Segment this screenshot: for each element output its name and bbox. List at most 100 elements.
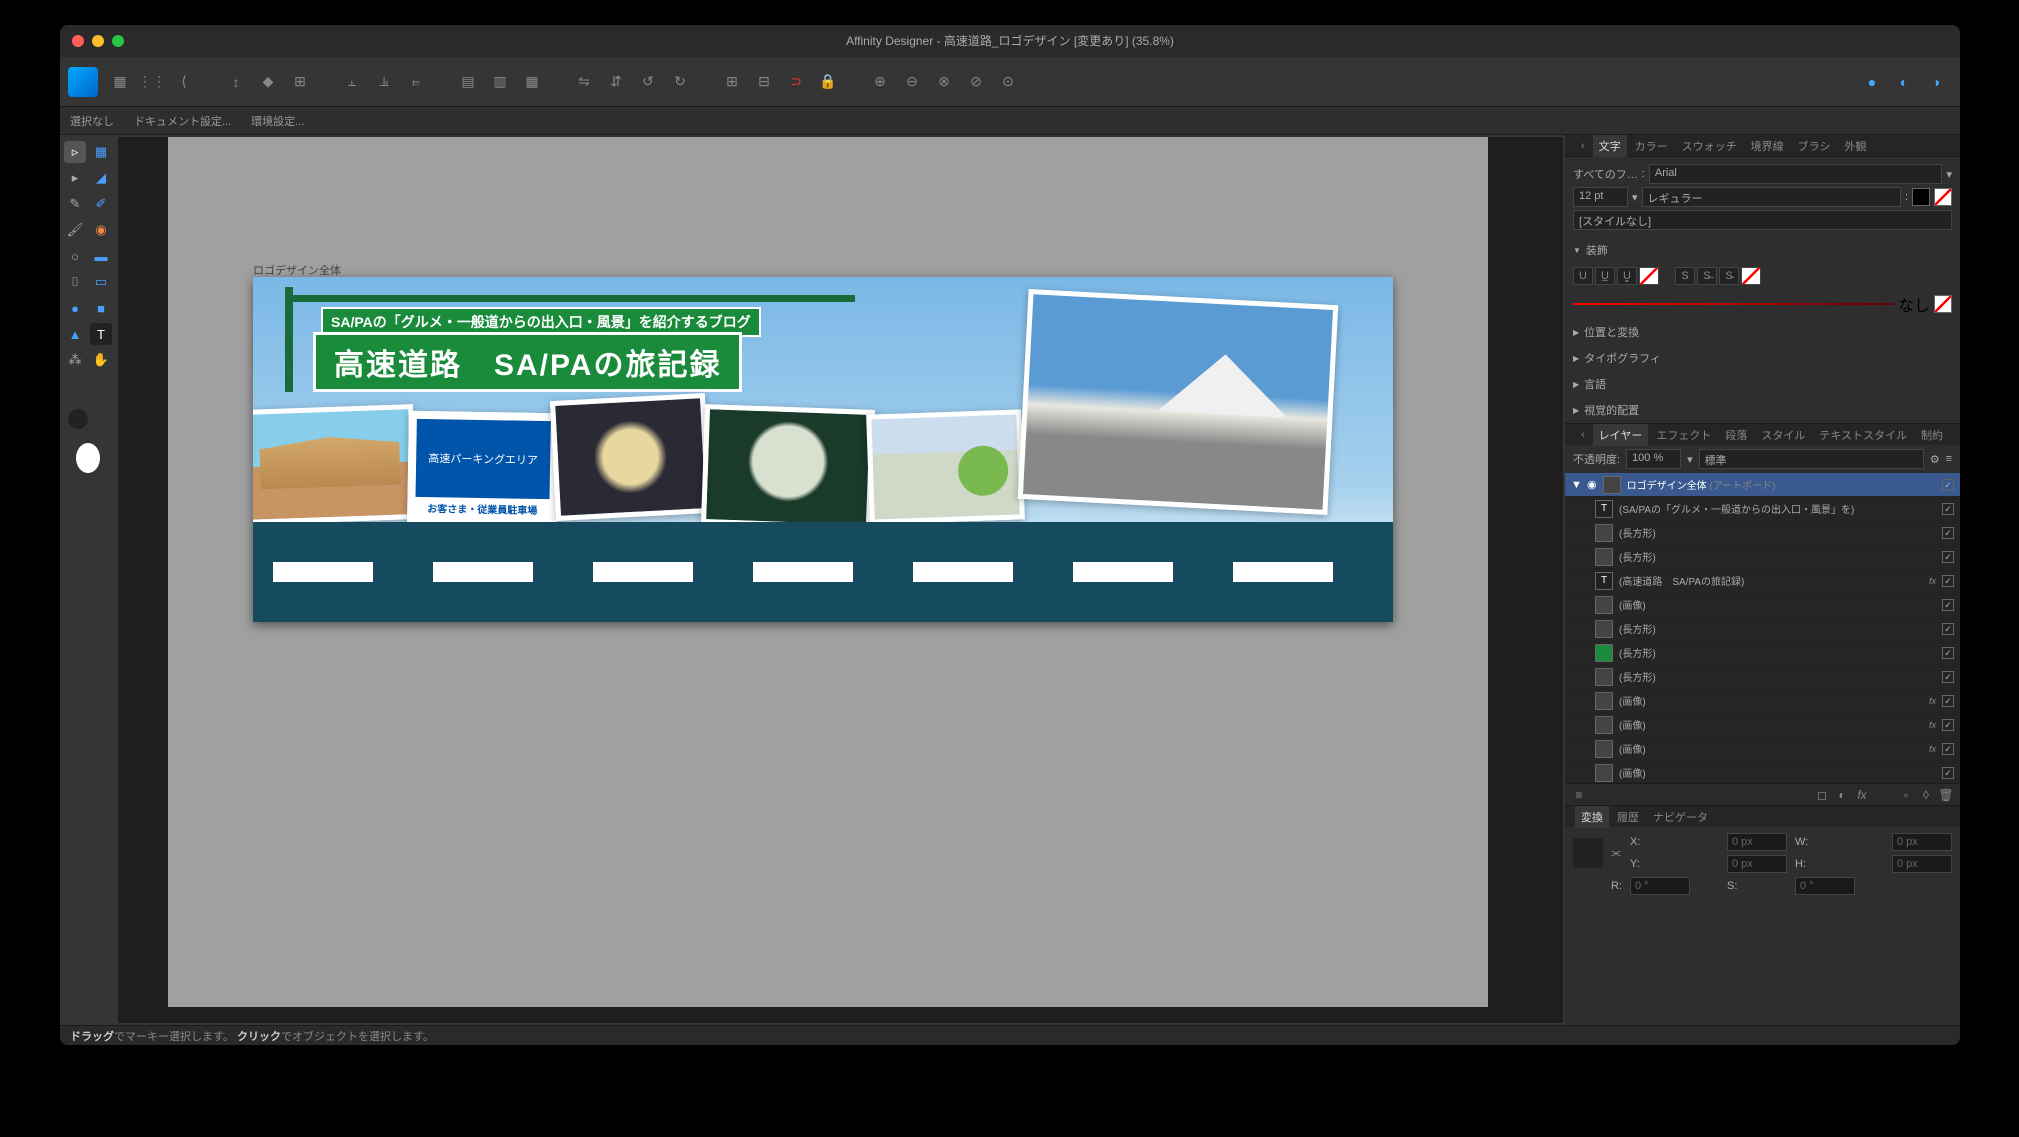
persona-export-icon[interactable]: ⟨: [171, 69, 197, 95]
tab-brushes[interactable]: ブラシ: [1792, 135, 1837, 157]
flip-h-icon[interactable]: ⇋: [571, 69, 597, 95]
y-input[interactable]: [1727, 855, 1787, 873]
layer-item[interactable]: (画像)fx✓: [1565, 737, 1960, 761]
tab-text-styles[interactable]: テキストスタイル: [1813, 424, 1913, 446]
dropdown-icon[interactable]: ▾: [1632, 191, 1638, 204]
layer-item[interactable]: (画像)fx✓: [1565, 713, 1960, 737]
layer-item[interactable]: (長方形)✓: [1565, 641, 1960, 665]
insert-front-icon[interactable]: ▥: [487, 69, 513, 95]
close-icon[interactable]: [72, 35, 84, 47]
tab-layers[interactable]: レイヤー: [1593, 424, 1649, 446]
transparency-tool-icon[interactable]: ○: [64, 245, 86, 267]
strike-btn[interactable]: S: [1675, 267, 1695, 285]
link-icon[interactable]: ⫘: [1611, 847, 1622, 860]
stock-icon[interactable]: ◐: [1891, 69, 1917, 95]
layer-mask-icon[interactable]: ◻: [1814, 788, 1830, 802]
maximize-icon[interactable]: [112, 35, 124, 47]
context-doc-settings[interactable]: ドキュメント設定...: [134, 113, 231, 129]
minimize-icon[interactable]: [92, 35, 104, 47]
layer-collapse-icon[interactable]: ≡: [1571, 788, 1587, 802]
pen-tool-icon[interactable]: ✎: [64, 193, 86, 215]
blend-mode-select[interactable]: 標準: [1699, 449, 1924, 469]
gradient-tool-icon[interactable]: ▬: [90, 245, 112, 267]
tab-appearance[interactable]: 外観: [1838, 135, 1872, 157]
corner-tool-icon[interactable]: ◢: [90, 167, 112, 189]
tab-navigator[interactable]: ナビゲータ: [1647, 806, 1714, 828]
layer-item[interactable]: T(高速道路 SA/PAの旅記録)fx✓: [1565, 569, 1960, 593]
align-center-icon[interactable]: ⫡: [371, 69, 397, 95]
flip-v-icon[interactable]: ⇵: [603, 69, 629, 95]
font-weight-select[interactable]: レギュラー: [1642, 187, 1901, 207]
pencil-tool-icon[interactable]: ✐: [90, 193, 112, 215]
color-selector-icon[interactable]: [76, 443, 100, 473]
layer-item[interactable]: (画像)✓: [1565, 761, 1960, 783]
brush-tool-icon[interactable]: 🖌: [64, 219, 86, 241]
h-input[interactable]: [1892, 855, 1952, 873]
persona-pixel-icon[interactable]: ⋮⋮: [139, 69, 165, 95]
artboard-label[interactable]: ロゴデザイン全体: [253, 262, 341, 278]
layer-item[interactable]: (長方形)✓: [1565, 617, 1960, 641]
layer-item[interactable]: (画像)✓: [1565, 593, 1960, 617]
tab-constraints[interactable]: 制約: [1915, 424, 1949, 446]
tab-character[interactable]: 文字: [1593, 135, 1627, 157]
arrange-icon[interactable]: ↕: [223, 69, 249, 95]
underline-none-btn[interactable]: [1639, 267, 1659, 285]
opacity-input[interactable]: 100 %: [1626, 449, 1681, 469]
align-left-icon[interactable]: ⫠: [339, 69, 365, 95]
canvas-area[interactable]: ロゴデザイン全体 SA/PAの「グルメ・一般道からの出入口・風景」を紹介するブロ…: [116, 135, 1565, 1025]
persona-designer-icon[interactable]: ▦: [107, 69, 133, 95]
layer-fx-icon[interactable]: fx: [1854, 788, 1870, 802]
crop-tool-icon[interactable]: ⌷: [64, 271, 86, 293]
tab-effects[interactable]: エフェクト: [1650, 424, 1717, 446]
preview-icon[interactable]: ⊞: [287, 69, 313, 95]
layer-clip-icon[interactable]: ◊: [1918, 788, 1934, 802]
deco-color-swatch[interactable]: [1934, 295, 1952, 313]
subtract-icon[interactable]: ⊖: [899, 69, 925, 95]
combine-icon[interactable]: ⊙: [995, 69, 1021, 95]
layer-adjust-icon[interactable]: ◐: [1834, 788, 1850, 802]
text-tool-icon[interactable]: T: [90, 323, 112, 345]
context-prefs[interactable]: 環境設定...: [251, 113, 304, 129]
tab-paragraph[interactable]: 段落: [1719, 424, 1753, 446]
intersect-icon[interactable]: ⊗: [931, 69, 957, 95]
w-input[interactable]: [1892, 833, 1952, 851]
ruler-icon[interactable]: ◆: [255, 69, 281, 95]
align-right-icon[interactable]: ⫢: [403, 69, 429, 95]
magnet-icon[interactable]: ⊃: [783, 69, 809, 95]
dropdown-icon[interactable]: ▾: [1946, 168, 1952, 181]
layer-item[interactable]: (長方形)✓: [1565, 521, 1960, 545]
tab-history[interactable]: 履歴: [1611, 806, 1645, 828]
rect-tool-icon[interactable]: ■: [90, 297, 112, 319]
tab-swatches[interactable]: スウォッチ: [1676, 135, 1743, 157]
strike-none-btn[interactable]: [1741, 267, 1761, 285]
section-decoration[interactable]: 装飾: [1565, 237, 1960, 263]
text-fill-swatch[interactable]: [1912, 188, 1930, 206]
swap-colors-icon[interactable]: [68, 409, 88, 429]
tab-styles[interactable]: スタイル: [1755, 424, 1811, 446]
anchor-selector[interactable]: [1573, 838, 1603, 868]
eyedropper-icon[interactable]: ⁂: [64, 349, 86, 371]
section-optical[interactable]: 視覚的配置: [1565, 397, 1960, 423]
node-tool-icon[interactable]: ▸: [64, 167, 86, 189]
font-size-select[interactable]: 12 pt: [1573, 187, 1628, 207]
style-select[interactable]: [スタイルなし]: [1573, 210, 1952, 230]
lock-icon[interactable]: ⚙: [1930, 453, 1940, 466]
menu-icon[interactable]: ≡: [1946, 453, 1952, 465]
snap-grid-icon[interactable]: ⊞: [719, 69, 745, 95]
triangle-tool-icon[interactable]: ▲: [64, 323, 86, 345]
strike2-btn[interactable]: S̶: [1697, 267, 1717, 285]
layer-item[interactable]: (長方形)✓: [1565, 665, 1960, 689]
lock-icon[interactable]: 🔒: [815, 69, 841, 95]
place-tool-icon[interactable]: ▭: [90, 271, 112, 293]
tab-transform[interactable]: 変換: [1575, 806, 1609, 828]
rotate-cw-icon[interactable]: ↻: [667, 69, 693, 95]
underline-btn[interactable]: U: [1573, 267, 1593, 285]
s-input[interactable]: [1795, 877, 1855, 895]
insert-back-icon[interactable]: ▦: [519, 69, 545, 95]
add-icon[interactable]: ⊕: [867, 69, 893, 95]
underline3-btn[interactable]: U̳: [1617, 267, 1637, 285]
tab-color[interactable]: カラー: [1629, 135, 1674, 157]
layer-add-icon[interactable]: ▫: [1898, 788, 1914, 802]
layer-delete-icon[interactable]: 🗑: [1938, 788, 1954, 802]
ellipse-tool-icon[interactable]: ●: [64, 297, 86, 319]
